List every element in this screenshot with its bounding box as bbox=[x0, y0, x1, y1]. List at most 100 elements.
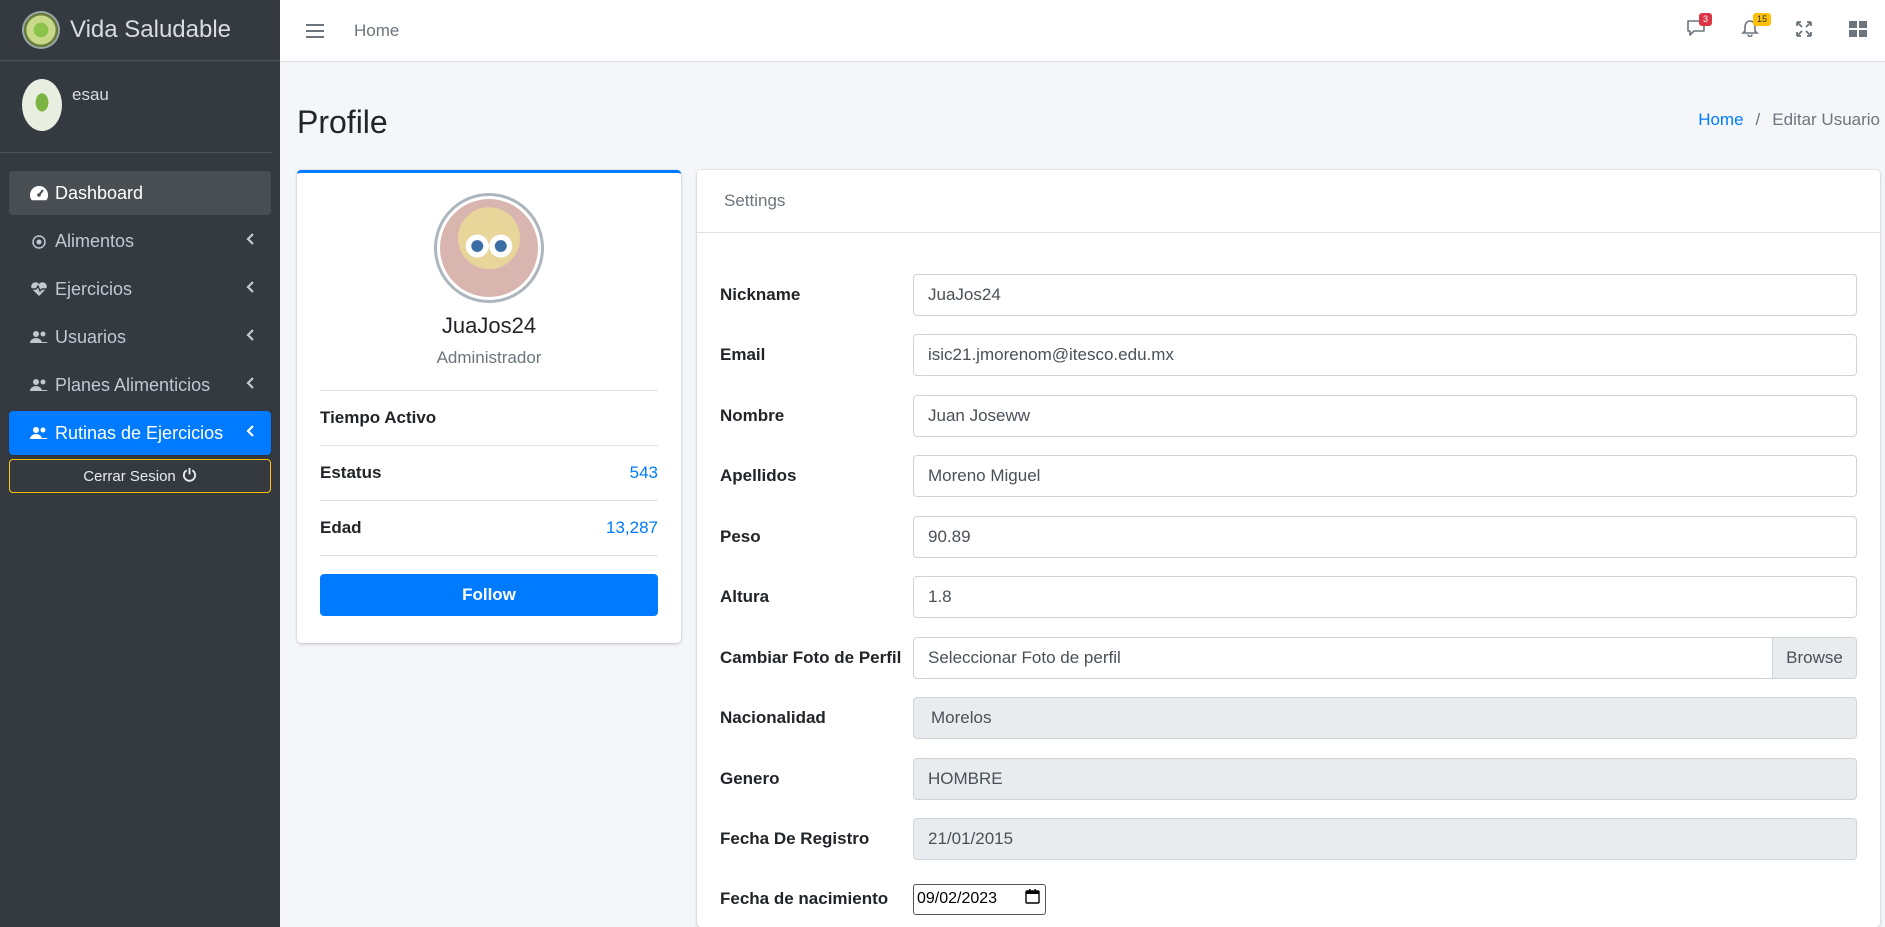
sidebar-item-label: Rutinas de Ejercicios bbox=[55, 422, 224, 443]
file-input-placeholder: Seleccionar Foto de perfil bbox=[928, 648, 1121, 667]
foto-label: Cambiar Foto de Perfil bbox=[720, 648, 902, 667]
form-row-nacionalidad: Nacionalidad Morelos bbox=[720, 697, 1857, 739]
peso-label: Peso bbox=[720, 527, 761, 546]
users-icon bbox=[27, 330, 51, 344]
menu-toggle-icon[interactable] bbox=[306, 18, 324, 44]
list-item: Tiempo Activo bbox=[320, 391, 658, 446]
top-right-icons: 3 15 bbox=[1669, 0, 1885, 62]
altura-input[interactable]: 1.8 bbox=[913, 576, 1857, 618]
sidebar-nav: Dashboard Alimentos Ejercicios Usuarios … bbox=[0, 153, 280, 455]
altura-label: Altura bbox=[720, 587, 770, 606]
nombre-input[interactable]: Juan Joseww bbox=[913, 395, 1857, 437]
stat-label: Estatus bbox=[320, 463, 382, 482]
brand-logo bbox=[24, 13, 58, 47]
calendar-icon[interactable] bbox=[1025, 889, 1040, 909]
logout-button[interactable]: Cerrar Sesion bbox=[9, 459, 271, 493]
settings-card: Settings Nickname JuaJos24 Email isic21.… bbox=[697, 170, 1880, 927]
chevron-left-icon bbox=[246, 232, 255, 250]
sidebar-item-dashboard[interactable]: Dashboard bbox=[9, 171, 271, 215]
chevron-left-icon bbox=[246, 328, 255, 346]
genero-input: HOMBRE bbox=[913, 758, 1857, 800]
sidebar-item-alimentos[interactable]: Alimentos bbox=[9, 219, 271, 263]
heartbeat-icon bbox=[27, 281, 51, 297]
brand-title: Vida Saludable bbox=[70, 16, 232, 43]
bell-icon[interactable]: 15 bbox=[1723, 13, 1777, 43]
user-panel: esau bbox=[0, 61, 272, 153]
profile-card: JuaJos24 Administrador Tiempo Activo Est… bbox=[297, 170, 681, 643]
messages-icon[interactable]: 3 bbox=[1669, 13, 1723, 43]
chevron-left-icon bbox=[246, 424, 255, 442]
peso-input[interactable]: 90.89 bbox=[913, 516, 1857, 558]
sidebar-item-label: Planes Alimenticios bbox=[55, 374, 211, 395]
messages-badge: 3 bbox=[1699, 13, 1713, 26]
fecha-registro-input: 21/01/2015 bbox=[913, 818, 1857, 860]
form-row-altura: Altura 1.8 bbox=[720, 576, 1857, 618]
top-home-link[interactable]: Home bbox=[354, 21, 399, 41]
form-row-email: Email isic21.jmorenom@itesco.edu.mx bbox=[720, 334, 1857, 376]
page-title: Profile bbox=[297, 104, 388, 140]
apellidos-label: Apellidos bbox=[720, 466, 797, 485]
power-icon bbox=[182, 467, 197, 486]
sidebar-item-usuarios[interactable]: Usuarios bbox=[9, 315, 271, 359]
users-icon bbox=[27, 378, 51, 392]
sidebar-item-label: Usuarios bbox=[55, 326, 127, 347]
grid-icon[interactable] bbox=[1831, 20, 1885, 43]
form-row-nickname: Nickname JuaJos24 bbox=[720, 274, 1857, 316]
sidebar-item-label: Ejercicios bbox=[55, 278, 133, 299]
nombre-label: Nombre bbox=[720, 406, 785, 425]
profile-stats-list: Tiempo Activo Estatus 543 Edad 13,287 bbox=[320, 390, 658, 556]
profile-image-picture bbox=[440, 199, 538, 297]
user-name[interactable]: esau bbox=[72, 85, 109, 105]
follow-button[interactable]: Follow bbox=[320, 574, 658, 616]
fecha-nacimiento-date-input[interactable]: 09/02/2023 bbox=[913, 883, 1046, 915]
list-item: Estatus 543 bbox=[320, 446, 658, 501]
nacionalidad-label: Nacionalidad bbox=[720, 708, 826, 727]
fullscreen-icon[interactable] bbox=[1777, 20, 1831, 43]
form-row-fecha-registro: Fecha De Registro 21/01/2015 bbox=[720, 818, 1857, 860]
breadcrumb-home[interactable]: Home bbox=[1698, 110, 1743, 129]
sidebar-item-planes-alimenticios[interactable]: Planes Alimenticios bbox=[9, 363, 271, 407]
form-row-nombre: Nombre Juan Joseww bbox=[720, 395, 1857, 437]
browse-button[interactable]: Browse bbox=[1772, 638, 1856, 678]
profile-username: JuaJos24 bbox=[441, 313, 537, 338]
form-row-foto: Cambiar Foto de Perfil Seleccionar Foto … bbox=[720, 637, 1857, 679]
notifications-badge: 15 bbox=[1753, 13, 1772, 26]
tab-settings[interactable]: Settings bbox=[697, 170, 1880, 233]
nickname-input[interactable]: JuaJos24 bbox=[913, 274, 1857, 316]
list-item: Edad 13,287 bbox=[320, 501, 658, 556]
apellidos-input[interactable]: Moreno Miguel bbox=[913, 455, 1857, 497]
logout-label: Cerrar Sesion bbox=[83, 467, 176, 485]
breadcrumb-separator: / bbox=[1755, 110, 1761, 129]
profile-role: Administrador bbox=[436, 348, 542, 367]
sidebar-item-ejercicios[interactable]: Ejercicios bbox=[9, 267, 271, 311]
breadcrumb-current: Editar Usuario bbox=[1772, 110, 1880, 129]
stat-value[interactable]: 13,287 bbox=[606, 518, 658, 538]
stat-value[interactable]: 543 bbox=[630, 463, 658, 483]
fecha-registro-label: Fecha De Registro bbox=[720, 829, 870, 848]
chevron-left-icon bbox=[246, 280, 255, 298]
chevron-left-icon bbox=[246, 376, 255, 394]
brand-link[interactable]: Vida Saludable bbox=[0, 0, 280, 61]
profile-image bbox=[434, 193, 544, 303]
user-avatar bbox=[22, 79, 62, 131]
tachometer-icon bbox=[27, 185, 51, 201]
nickname-label: Nickname bbox=[720, 285, 801, 304]
stat-label: Tiempo Activo bbox=[320, 408, 437, 427]
apple-icon bbox=[27, 233, 51, 249]
genero-label: Genero bbox=[720, 769, 780, 788]
email-input[interactable]: isic21.jmorenom@itesco.edu.mx bbox=[913, 334, 1857, 376]
stat-label: Edad bbox=[320, 518, 362, 537]
settings-header-label: Settings bbox=[724, 191, 786, 210]
form-row-apellidos: Apellidos Moreno Miguel bbox=[720, 455, 1857, 497]
nacionalidad-input: Morelos bbox=[913, 697, 1857, 739]
sidebar-item-label: Dashboard bbox=[55, 182, 144, 203]
form-row-peso: Peso 90.89 bbox=[720, 516, 1857, 558]
form-row-fecha-nacimiento: Fecha de nacimiento 09/02/2023 bbox=[720, 878, 1857, 920]
form-row-genero: Genero HOMBRE bbox=[720, 758, 1857, 800]
users-icon bbox=[27, 426, 51, 440]
profile-photo-file-input[interactable]: Seleccionar Foto de perfil Browse bbox=[913, 637, 1857, 679]
sidebar-item-label: Alimentos bbox=[55, 230, 135, 251]
fecha-nacimiento-label: Fecha de nacimiento bbox=[720, 889, 889, 908]
sidebar-item-rutinas-de-ejercicios[interactable]: Rutinas de Ejercicios bbox=[9, 411, 271, 455]
sidebar: Vida Saludable esau Dashboard Alimentos … bbox=[0, 0, 280, 927]
